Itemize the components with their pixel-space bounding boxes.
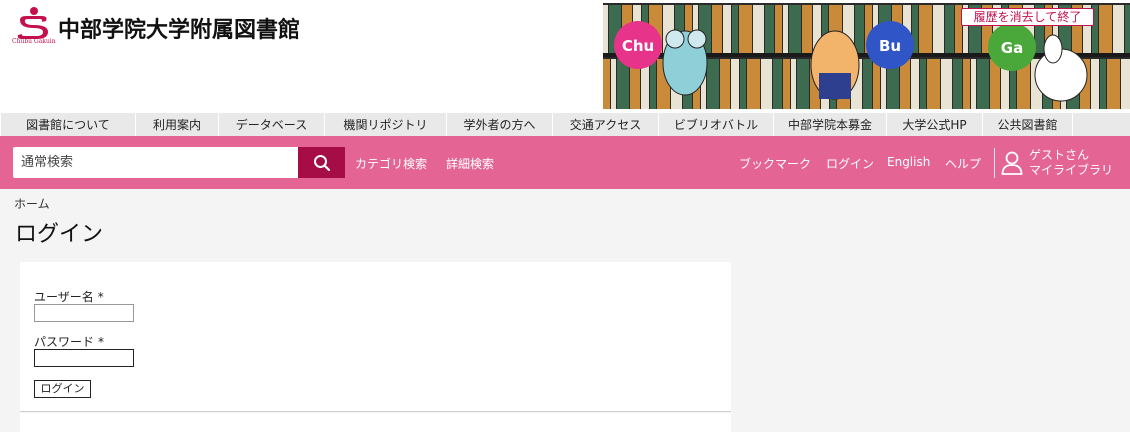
nav-item-external-users[interactable]: 学外者の方へ bbox=[447, 113, 553, 136]
password-label: パスワード * bbox=[34, 335, 105, 349]
library-name: 中部学院大学附属図書館 bbox=[58, 18, 301, 43]
book-spine bbox=[650, 59, 656, 109]
nav-item-public-library[interactable]: 公共図書館 bbox=[983, 113, 1073, 136]
search-icon bbox=[313, 154, 330, 171]
book-spine bbox=[797, 59, 809, 109]
book-spine bbox=[919, 5, 932, 53]
book-spine bbox=[1107, 59, 1120, 109]
guest-name: ゲストさん bbox=[1029, 148, 1090, 162]
lower-panel bbox=[20, 413, 731, 432]
book-spine bbox=[789, 5, 801, 53]
bookmark-link[interactable]: ブックマーク bbox=[739, 155, 811, 172]
advanced-search-link[interactable]: 詳細検索 bbox=[446, 155, 494, 172]
nav-item-access[interactable]: 交通アクセス bbox=[553, 113, 659, 136]
breadcrumb[interactable]: ホーム bbox=[14, 195, 50, 212]
username-label: ユーザー名 * bbox=[34, 290, 104, 304]
book-spine bbox=[739, 5, 752, 53]
bubble-ga: Ga bbox=[1001, 39, 1023, 57]
login-link[interactable]: ログイン bbox=[826, 155, 874, 172]
login-form: ユーザー名 * パスワード * ログイン bbox=[20, 262, 731, 412]
nav-item-about[interactable]: 図書館について bbox=[0, 113, 136, 136]
english-link[interactable]: English bbox=[887, 155, 930, 169]
logo-subtext: Chubu Gakuin bbox=[12, 38, 56, 45]
book-spine bbox=[731, 59, 739, 109]
clear-history-logout-button[interactable]: 履歴を消去して終了 bbox=[961, 8, 1094, 26]
nav-item-university-site[interactable]: 大学公式HP bbox=[887, 113, 983, 136]
book-spine bbox=[920, 59, 926, 109]
book-spine bbox=[1100, 59, 1106, 109]
page-title: ログイン bbox=[15, 222, 104, 247]
book-spine bbox=[802, 5, 812, 53]
book-spine bbox=[933, 5, 944, 53]
book-spine bbox=[1091, 59, 1099, 109]
book-spine bbox=[720, 59, 730, 109]
required-mark: * bbox=[97, 290, 104, 304]
book-spine bbox=[945, 5, 954, 53]
nav-item-guide[interactable]: 利用案内 bbox=[136, 113, 219, 136]
book-spine bbox=[971, 59, 976, 109]
book-spine bbox=[783, 59, 790, 109]
my-library-label: マイライブラリ bbox=[1029, 163, 1114, 177]
book-spine bbox=[753, 5, 764, 53]
book-spine bbox=[963, 59, 970, 109]
book-spine bbox=[977, 59, 989, 109]
logo-mark-icon: Chubu Gakuin bbox=[12, 6, 56, 48]
library-logo[interactable]: Chubu Gakuin 中部学院大学附属図書館 bbox=[12, 6, 300, 48]
password-input[interactable] bbox=[34, 349, 134, 367]
my-library-link[interactable]: ゲストさん マイライブラリ bbox=[1029, 148, 1113, 178]
book-spine bbox=[873, 59, 880, 109]
bubble-bu: Bu bbox=[879, 37, 901, 55]
help-link[interactable]: ヘルプ bbox=[945, 155, 981, 172]
book-spine bbox=[747, 59, 760, 109]
user-icon[interactable] bbox=[1001, 151, 1023, 175]
book-spine bbox=[740, 59, 746, 109]
book-spine bbox=[617, 59, 629, 109]
nav-item-repository[interactable]: 機関リポジトリ bbox=[325, 113, 447, 136]
book-spine bbox=[603, 59, 610, 109]
book-spine bbox=[603, 5, 608, 53]
book-spine bbox=[611, 59, 616, 109]
bubble-chu: Chu bbox=[622, 37, 654, 55]
book-spine bbox=[775, 5, 782, 53]
search-box bbox=[13, 147, 345, 178]
book-spine bbox=[783, 5, 788, 53]
nav-item-bibliobattle[interactable]: ビブリオバトル bbox=[659, 113, 774, 136]
book-spine bbox=[712, 5, 722, 53]
book-spine bbox=[1121, 59, 1130, 109]
book-spine bbox=[761, 59, 772, 109]
book-spine bbox=[773, 59, 782, 109]
book-spine bbox=[723, 5, 731, 53]
login-submit-button[interactable]: ログイン bbox=[34, 380, 91, 398]
book-spine bbox=[855, 5, 864, 53]
search-bar: カテゴリ検索 詳細検索 ブックマーク ログイン English ヘルプ ゲストさ… bbox=[0, 136, 1130, 189]
nav-item-book-fund[interactable]: 中部学院本募金 bbox=[774, 113, 887, 136]
book-spine bbox=[941, 59, 952, 109]
nav-item-database[interactable]: データベース bbox=[219, 113, 325, 136]
search-input[interactable] bbox=[13, 147, 298, 178]
book-spine bbox=[927, 59, 940, 109]
book-spine bbox=[1125, 5, 1130, 53]
header: Chubu Gakuin 中部学院大学附属図書館 Chu Bu Ga 履歴を消去… bbox=[0, 0, 1130, 113]
book-spine bbox=[911, 59, 919, 109]
book-spine bbox=[953, 59, 962, 109]
top-navigation: 図書館について 利用案内 データベース 機関リポジトリ 学外者の方へ 交通アクセ… bbox=[0, 113, 1130, 136]
book-spine bbox=[765, 5, 774, 53]
book-spine bbox=[732, 5, 738, 53]
search-button[interactable] bbox=[298, 147, 345, 178]
username-input[interactable] bbox=[34, 304, 134, 322]
book-spine bbox=[1113, 5, 1124, 53]
book-spine bbox=[1099, 5, 1112, 53]
divider bbox=[994, 148, 995, 178]
book-spine bbox=[707, 59, 719, 109]
category-search-link[interactable]: カテゴリ検索 bbox=[355, 155, 427, 172]
book-spine bbox=[900, 59, 910, 109]
required-mark: * bbox=[98, 335, 105, 349]
book-spine bbox=[791, 59, 796, 109]
book-spine bbox=[863, 59, 872, 109]
